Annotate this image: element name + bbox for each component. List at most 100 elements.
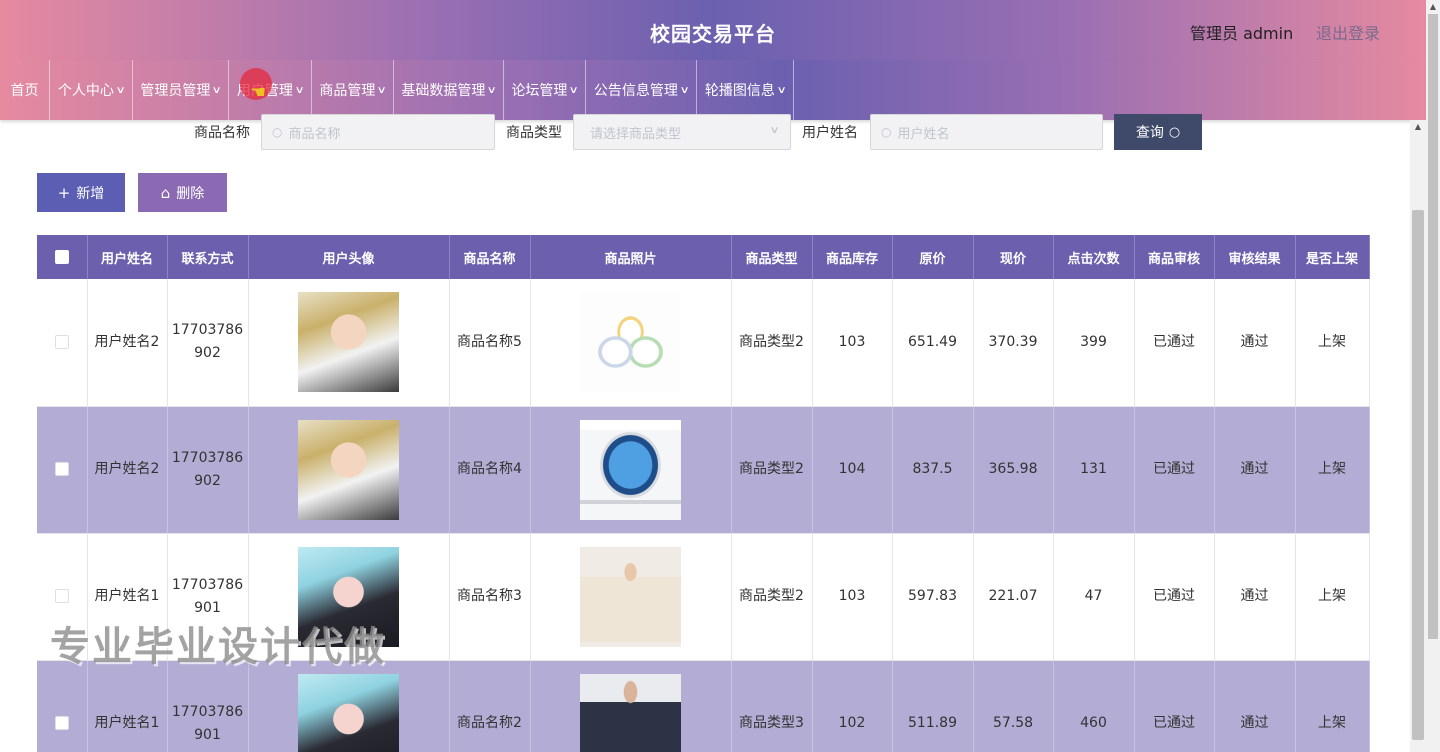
- nav-item-base-data-management[interactable]: 基础数据管理 ∨: [394, 60, 504, 120]
- search-icon: ○: [881, 125, 892, 139]
- product-photo[interactable]: [580, 546, 681, 647]
- table-row[interactable]: 用户姓名1 17703786901 商品名称2 商品类型3 102 511.89…: [37, 660, 1370, 752]
- nav-label: 首页: [10, 83, 39, 99]
- nav-item-forum-management[interactable]: 论坛管理 ∨: [504, 60, 586, 120]
- product-photo[interactable]: [580, 673, 681, 752]
- nav-item-home[interactable]: 首页: [0, 60, 50, 120]
- table-row[interactable]: 用户姓名2 17703786902 商品名称4 商品类型2 104 837.5 …: [37, 406, 1370, 534]
- cell-current-price: 57.58: [973, 660, 1054, 752]
- delete-button[interactable]: ⌂ 删除: [138, 173, 227, 212]
- row-checkbox[interactable]: [54, 334, 69, 349]
- nav-label: 管理员管理: [140, 83, 211, 99]
- nav-label: 个人中心: [57, 83, 114, 99]
- scroll-up-arrow-icon[interactable]: ▲: [1410, 122, 1426, 131]
- input-placeholder: 用户姓名: [897, 126, 950, 142]
- button-label: 查询: [1135, 125, 1164, 141]
- cell-product-photo: [530, 406, 732, 534]
- row-checkbox[interactable]: [54, 716, 69, 730]
- top-nav: 首页 个人中心∨ 管理员管理∨ 用户管理∨ 商品管理∨ 基础数据管理∨ 论坛管理…: [0, 60, 1426, 120]
- cell-current-price: 221.07: [973, 533, 1054, 661]
- cell-original-price: 651.49: [892, 279, 974, 407]
- cell-current-price: 365.98: [973, 406, 1054, 534]
- scroll-thumb[interactable]: [1412, 210, 1424, 740]
- cell-audit-status: 已通过: [1134, 279, 1215, 407]
- cell-avatar: [248, 660, 450, 752]
- cell-product-photo: [530, 660, 732, 752]
- row-checkbox[interactable]: [54, 462, 69, 476]
- cell-product-photo: [530, 279, 732, 407]
- cell-product-name: 商品名称4: [449, 406, 531, 534]
- plus-icon: +: [57, 183, 71, 202]
- user-avatar[interactable]: [298, 673, 399, 752]
- column-header: 是否上架: [1295, 235, 1370, 279]
- admin-label: 管理员 admin: [1190, 24, 1294, 43]
- chevron-down-icon: ∨: [376, 84, 388, 96]
- cell-stock: 102: [812, 660, 893, 752]
- scroll-up-arrow-icon[interactable]: ▲: [1426, 2, 1440, 11]
- row-checkbox-cell[interactable]: [37, 279, 88, 407]
- chevron-down-icon: ∨: [115, 84, 126, 96]
- cell-avatar: [248, 406, 450, 534]
- cell-shelf-status: 上架: [1295, 533, 1370, 661]
- logout-link[interactable]: 退出登录: [1316, 20, 1380, 44]
- user-avatar[interactable]: [298, 292, 399, 393]
- product-photo[interactable]: [580, 292, 681, 393]
- add-button[interactable]: + 新增: [37, 173, 125, 212]
- chevron-down-icon: ∨: [679, 84, 690, 96]
- nav-label: 论坛管理: [511, 83, 568, 99]
- column-header: 原价: [892, 235, 974, 279]
- content-scrollbar[interactable]: ▲: [1410, 120, 1426, 752]
- row-checkbox[interactable]: [54, 589, 69, 603]
- select-all-checkbox[interactable]: [54, 250, 69, 264]
- product-name-input[interactable]: ○ 商品名称: [261, 114, 495, 150]
- product-type-select[interactable]: 请选择商品类型 ∨: [573, 114, 791, 150]
- cell-username: 用户姓名2: [87, 406, 168, 534]
- cell-product-type: 商品类型2: [731, 533, 813, 661]
- cell-shelf-status: 上架: [1295, 279, 1370, 407]
- column-header: 审核结果: [1214, 235, 1296, 279]
- search-icon: ○: [1168, 124, 1181, 140]
- column-header: 商品名称: [449, 235, 531, 279]
- app-header: 校园交易平台 管理员 admin 退出登录: [0, 0, 1426, 60]
- cell-product-type: 商品类型2: [731, 279, 813, 407]
- cell-original-price: 597.83: [892, 533, 974, 661]
- row-checkbox-cell[interactable]: [37, 406, 88, 534]
- window-scrollbar[interactable]: ▲: [1426, 0, 1440, 752]
- cell-avatar: [248, 279, 450, 407]
- cell-product-photo: [530, 533, 732, 661]
- cell-clicks: 460: [1053, 660, 1135, 752]
- select-all-checkbox-cell[interactable]: [37, 235, 88, 279]
- nav-item-admin-management[interactable]: 管理员管理 ∨: [133, 60, 229, 120]
- username-input[interactable]: ○ 用户姓名: [870, 114, 1103, 150]
- nav-label: 公告信息管理: [593, 83, 678, 99]
- query-button[interactable]: 查询 ○: [1114, 114, 1202, 150]
- column-header: 用户头像: [248, 235, 450, 279]
- input-placeholder: 商品名称: [288, 126, 341, 142]
- column-header: 点击次数: [1053, 235, 1135, 279]
- button-label: 新增: [76, 185, 105, 202]
- cell-audit-status: 已通过: [1134, 406, 1215, 534]
- nav-item-product-management[interactable]: 商品管理 ∨: [312, 60, 394, 120]
- cell-stock: 104: [812, 406, 893, 534]
- chevron-down-icon: ∨: [776, 84, 787, 96]
- cell-phone: 17703786902: [167, 406, 249, 534]
- nav-item-personal-center[interactable]: 个人中心 ∨: [50, 60, 133, 120]
- cell-phone: 17703786901: [167, 660, 249, 752]
- chevron-down-icon: ∨: [294, 84, 305, 96]
- column-header: 商品照片: [530, 235, 732, 279]
- cell-clicks: 131: [1053, 406, 1135, 534]
- user-avatar[interactable]: [298, 419, 399, 520]
- row-checkbox-cell[interactable]: [37, 660, 88, 752]
- nav-item-notice-management[interactable]: 公告信息管理 ∨: [586, 60, 697, 120]
- nav-item-carousel-info[interactable]: 轮播图信息 ∨: [697, 60, 794, 120]
- table-row[interactable]: 用户姓名2 17703786902 商品名称5 商品类型2 103 651.49…: [37, 279, 1370, 407]
- product-photo[interactable]: [580, 419, 681, 520]
- cell-product-name: 商品名称3: [449, 533, 531, 661]
- scroll-thumb[interactable]: [1428, 14, 1438, 639]
- cell-clicks: 399: [1053, 279, 1135, 407]
- column-header: 现价: [973, 235, 1054, 279]
- column-header: 用户姓名: [87, 235, 168, 279]
- cell-shelf-status: 上架: [1295, 660, 1370, 752]
- table-header-row: 用户姓名 联系方式 用户头像 商品名称 商品照片 商品类型 商品库存 原价 现价…: [37, 235, 1370, 279]
- column-header: 商品库存: [812, 235, 893, 279]
